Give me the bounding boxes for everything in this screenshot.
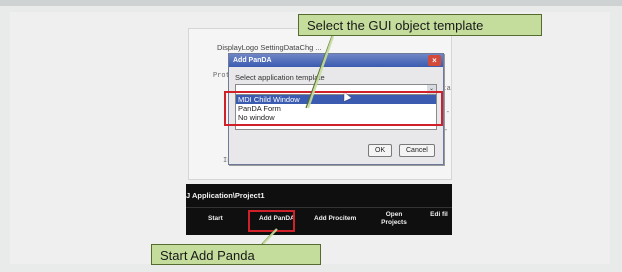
pointer-line-top-fill: [306, 35, 335, 109]
callout-pointers: [261, 35, 335, 245]
pointer-line-bottom-fill: [262, 228, 278, 245]
callout-select-template: Select the GUI object template: [298, 14, 542, 36]
callout-start-add-panda: Start Add Panda: [151, 244, 321, 265]
